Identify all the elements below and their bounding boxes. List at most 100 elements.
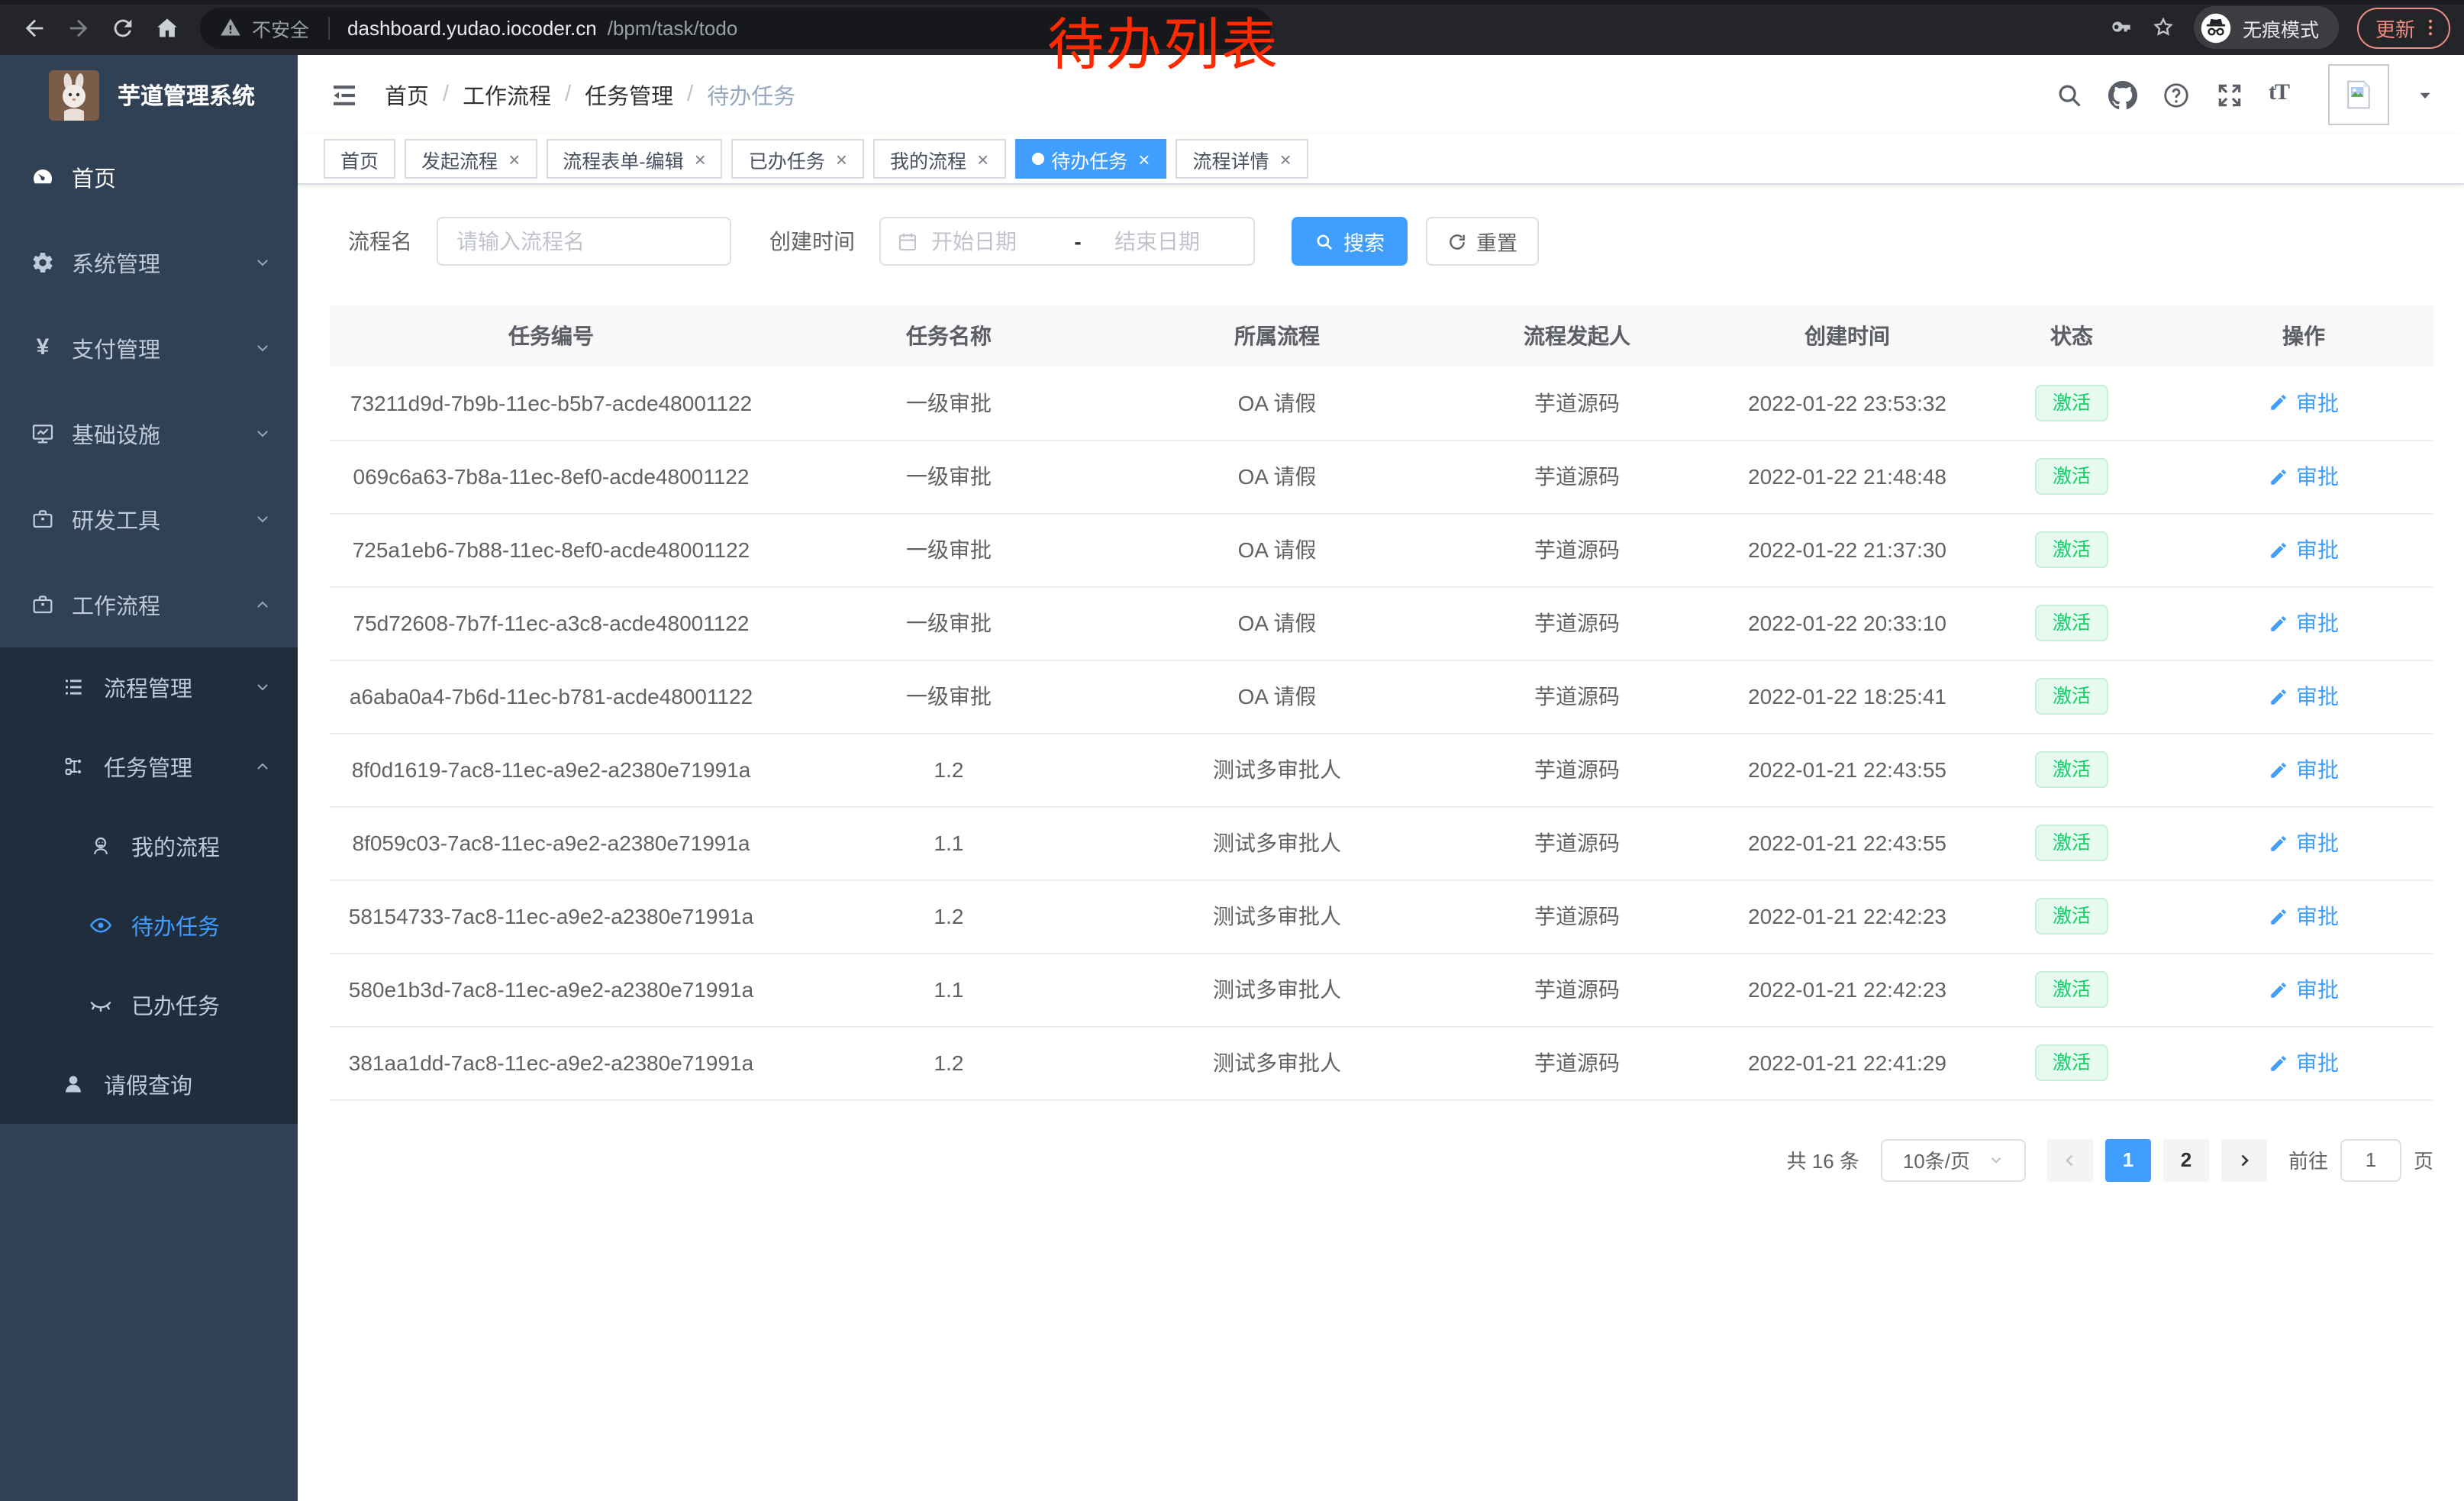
status-badge: 激活: [2036, 458, 2108, 495]
approve-button[interactable]: 审批: [2269, 828, 2339, 858]
github-icon[interactable]: [2108, 80, 2137, 109]
tree-icon: [61, 754, 85, 779]
cell-actions: 审批: [2174, 733, 2433, 806]
cell-task-name: 一级审批: [772, 440, 1125, 513]
bookmark-star-icon[interactable]: [2151, 15, 2175, 40]
sidebar-item-todo-task[interactable]: 待办任务: [0, 886, 298, 965]
cell-actions: 审批: [2174, 440, 2433, 513]
approve-button[interactable]: 审批: [2269, 681, 2339, 712]
column-header: 任务编号: [330, 305, 772, 366]
sidebar-item-home[interactable]: 首页: [0, 134, 298, 220]
search-button[interactable]: 搜索: [1292, 217, 1408, 266]
pagination: 共 16 条 10条/页 12 前往 页: [298, 1138, 2433, 1181]
reset-button[interactable]: 重置: [1426, 217, 1539, 266]
tab-close-icon[interactable]: ×: [1279, 149, 1291, 169]
cell-task-name: 一级审批: [772, 366, 1125, 440]
approve-button[interactable]: 审批: [2269, 1047, 2339, 1078]
goto-page-input[interactable]: [2340, 1138, 2401, 1181]
avatar-dropdown-caret-icon[interactable]: [2417, 86, 2433, 103]
breadcrumb-item[interactable]: 工作流程: [463, 79, 551, 111]
approve-button[interactable]: 审批: [2269, 534, 2339, 565]
browser-menu-dots-icon[interactable]: [2420, 17, 2441, 38]
browser-back-icon[interactable]: [12, 5, 56, 50]
cell-create-time: 2022-01-22 18:25:41: [1725, 660, 1969, 733]
password-key-icon[interactable]: [2108, 15, 2133, 40]
not-secure-label[interactable]: 不安全: [252, 13, 309, 42]
breadcrumb-item[interactable]: 任务管理: [585, 79, 673, 111]
approve-button[interactable]: 审批: [2269, 974, 2339, 1005]
cell-actions: 审批: [2174, 586, 2433, 660]
tab-流程表单-编辑[interactable]: 流程表单-编辑×: [546, 139, 723, 179]
cell-task-name: 1.1: [772, 806, 1125, 880]
update-label[interactable]: 更新: [2375, 13, 2415, 42]
sidebar-item-system-management[interactable]: 系统管理: [0, 220, 298, 305]
cell-create-time: 2022-01-21 22:43:55: [1725, 806, 1969, 880]
cell-actions: 审批: [2174, 513, 2433, 586]
gear-icon: [31, 250, 55, 275]
yen-icon: ¥: [31, 336, 55, 360]
sidebar-item-payment-management[interactable]: ¥支付管理: [0, 305, 298, 391]
breadcrumb-item[interactable]: 首页: [385, 79, 429, 111]
tab-close-icon[interactable]: ×: [836, 149, 847, 169]
tab-首页[interactable]: 首页: [324, 139, 395, 179]
search-icon[interactable]: [2055, 80, 2084, 109]
tab-close-icon[interactable]: ×: [977, 149, 989, 169]
sidebar-item-infrastructure[interactable]: 基础设施: [0, 391, 298, 476]
browser-home-icon[interactable]: [145, 5, 189, 50]
sidebar-item-my-process[interactable]: 我的流程: [0, 806, 298, 886]
chevron-down-icon: [253, 510, 272, 528]
end-date-placeholder[interactable]: 结束日期: [1114, 226, 1200, 257]
browser-forward-icon[interactable]: [56, 5, 101, 50]
app-logo-row[interactable]: 芋道管理系统: [0, 55, 298, 134]
next-page-button[interactable]: [2221, 1138, 2267, 1181]
tab-待办任务[interactable]: 待办任务×: [1014, 139, 1166, 179]
tab-close-icon[interactable]: ×: [1138, 149, 1150, 169]
sidebar-item-done-task[interactable]: 已办任务: [0, 965, 298, 1044]
cell-process: 测试多审批人: [1125, 733, 1429, 806]
cell-task-name: 1.2: [772, 733, 1125, 806]
approve-button[interactable]: 审批: [2269, 754, 2339, 785]
avatar[interactable]: [2328, 64, 2389, 125]
help-icon[interactable]: [2162, 80, 2191, 109]
cell-task-id: 725a1eb6-7b88-11ec-8ef0-acde48001122: [330, 513, 772, 586]
tab-close-icon[interactable]: ×: [508, 149, 520, 169]
page-size-select[interactable]: 10条/页: [1881, 1138, 2026, 1181]
sidebar-item-process-management[interactable]: 流程管理: [0, 647, 298, 727]
approve-button[interactable]: 审批: [2269, 901, 2339, 931]
tab-流程详情[interactable]: 流程详情×: [1176, 139, 1308, 179]
process-name-input[interactable]: [437, 217, 731, 266]
font-size-icon[interactable]: tT: [2269, 80, 2298, 109]
cell-task-id: 580e1b3d-7ac8-11ec-a9e2-a2380e71991a: [330, 953, 772, 1026]
tab-label: 我的流程: [890, 144, 966, 173]
sidebar-item-label: 已办任务: [131, 989, 220, 1021]
approve-button[interactable]: 审批: [2269, 461, 2339, 492]
fullscreen-icon[interactable]: [2215, 80, 2244, 109]
browser-update-button[interactable]: 更新: [2357, 7, 2450, 48]
collapse-sidebar-icon[interactable]: [328, 79, 360, 111]
url-host[interactable]: dashboard.yudao.iocoder.cn: [347, 16, 597, 39]
date-range-picker[interactable]: 开始日期 - 结束日期: [879, 217, 1255, 266]
url-path[interactable]: /bpm/task/todo: [608, 16, 738, 39]
tab-close-icon[interactable]: ×: [695, 149, 706, 169]
eye-closed-icon: [89, 993, 113, 1017]
browser-reload-icon[interactable]: [101, 5, 145, 50]
cell-actions: 审批: [2174, 366, 2433, 440]
start-date-placeholder[interactable]: 开始日期: [931, 226, 1063, 257]
pencil-icon: [2269, 540, 2288, 560]
prev-page-button[interactable]: [2047, 1138, 2093, 1181]
page-button-2[interactable]: 2: [2163, 1138, 2209, 1181]
sidebar-item-dev-tools[interactable]: 研发工具: [0, 476, 298, 562]
tab-已办任务[interactable]: 已办任务×: [732, 139, 864, 179]
not-secure-warning-icon[interactable]: [220, 17, 241, 38]
approve-button[interactable]: 审批: [2269, 388, 2339, 418]
sidebar-item-task-management[interactable]: 任务管理: [0, 727, 298, 806]
sidebar-item-workflow[interactable]: 工作流程: [0, 562, 298, 647]
sidebar-item-leave-query[interactable]: 请假查询: [0, 1044, 298, 1124]
tab-发起流程[interactable]: 发起流程×: [405, 139, 537, 179]
breadcrumb: 首页/工作流程/任务管理/待办任务: [385, 79, 795, 111]
cell-process: OA 请假: [1125, 586, 1429, 660]
pagination-total: 共 16 条: [1787, 1145, 1859, 1174]
page-button-1[interactable]: 1: [2105, 1138, 2151, 1181]
tab-我的流程[interactable]: 我的流程 ×: [873, 139, 1005, 179]
approve-button[interactable]: 审批: [2269, 608, 2339, 638]
